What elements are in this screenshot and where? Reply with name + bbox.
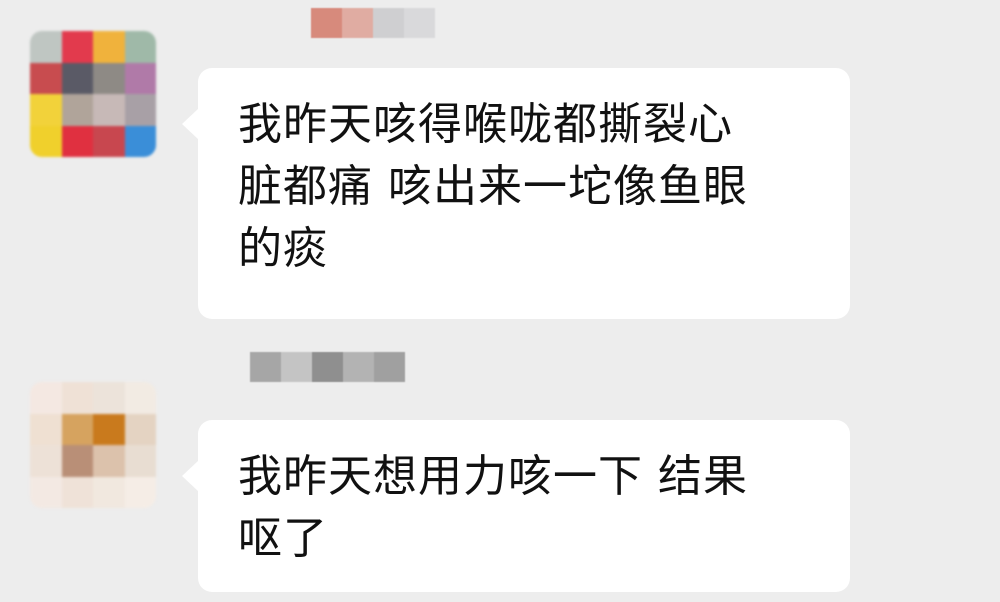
avatar[interactable]	[30, 382, 156, 508]
name-mosaic-cell	[311, 8, 342, 38]
avatar-mosaic-cell	[93, 125, 125, 157]
avatar-mosaic-cell	[30, 31, 62, 63]
avatar-mosaic-cell	[93, 31, 125, 63]
name-mosaic-cell	[374, 352, 405, 382]
message-text: 我昨天想用力咳一下 结果 呕了	[238, 451, 748, 564]
avatar-mosaic-cell	[30, 62, 62, 94]
avatar-mosaic-cell	[124, 125, 156, 157]
avatar-mosaic-cell	[93, 413, 125, 445]
avatar-mosaic-cell	[61, 413, 93, 445]
name-mosaic-cell	[312, 352, 343, 382]
avatar-mosaic-cell	[124, 476, 156, 508]
avatar-mosaic-cell	[93, 445, 125, 477]
avatar-mosaic-cell	[61, 62, 93, 94]
avatar-mosaic-cell	[93, 382, 125, 414]
avatar[interactable]	[30, 31, 156, 157]
avatar-mosaic-cell	[61, 382, 93, 414]
avatar-mosaic-cell	[30, 476, 62, 508]
avatar-mosaic-cell	[30, 445, 62, 477]
sender-name-blurred	[311, 8, 435, 38]
message-text: 我昨天咳得喉咙都撕裂心 脏都痛 咳出来一坨像鱼眼 的痰	[238, 99, 748, 274]
name-mosaic-cell	[281, 352, 312, 382]
avatar-mosaic-cell	[61, 476, 93, 508]
avatar-mosaic-cell	[30, 125, 62, 157]
message-bubble[interactable]: 我昨天想用力咳一下 结果 呕了	[182, 420, 850, 592]
avatar-mosaic-cell	[124, 62, 156, 94]
name-mosaic-cell	[343, 352, 374, 382]
avatar-mosaic-cell	[30, 94, 62, 126]
avatar-mosaic-cell	[61, 445, 93, 477]
name-mosaic-cell	[373, 8, 404, 38]
avatar-mosaic-cell	[93, 476, 125, 508]
avatar-mosaic-cell	[124, 31, 156, 63]
avatar-mosaic-cell	[93, 94, 125, 126]
name-mosaic-cell	[404, 8, 435, 38]
avatar-mosaic-cell	[30, 382, 62, 414]
avatar-mosaic-cell	[61, 31, 93, 63]
avatar-mosaic-cell	[30, 413, 62, 445]
name-mosaic-cell	[342, 8, 373, 38]
avatar-mosaic-cell	[61, 125, 93, 157]
avatar-mosaic-cell	[61, 94, 93, 126]
avatar-mosaic-cell	[124, 382, 156, 414]
avatar-mosaic-cell	[124, 94, 156, 126]
avatar-mosaic-cell	[124, 445, 156, 477]
sender-name-blurred	[250, 352, 405, 382]
name-mosaic-cell	[250, 352, 281, 382]
avatar-mosaic-cell	[93, 62, 125, 94]
message-bubble[interactable]: 我昨天咳得喉咙都撕裂心 脏都痛 咳出来一坨像鱼眼 的痰	[182, 68, 850, 319]
avatar-mosaic-cell	[124, 413, 156, 445]
